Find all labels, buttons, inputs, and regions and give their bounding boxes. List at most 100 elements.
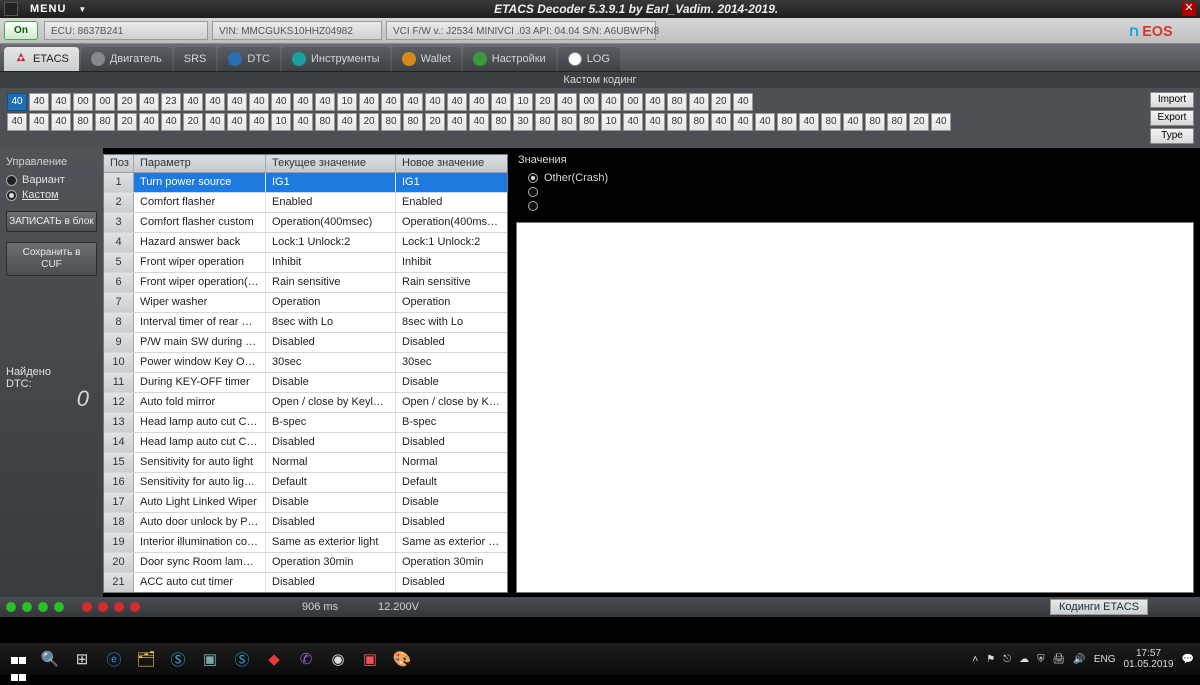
- tab-settings[interactable]: Настройки: [463, 47, 556, 71]
- value-option-2[interactable]: ACC: [528, 200, 1194, 212]
- table-row[interactable]: 15Sensitivity for auto lightNormalNormal: [104, 453, 507, 473]
- hex-cell[interactable]: 80: [73, 113, 93, 131]
- table-row[interactable]: 8Interval timer of rear wiper8sec with L…: [104, 313, 507, 333]
- hex-cell[interactable]: 40: [249, 93, 269, 111]
- taskview-icon[interactable]: ⊞: [70, 647, 94, 671]
- save-cuf-button[interactable]: Сохранить вCUF: [6, 242, 97, 276]
- write-block-button[interactable]: ЗАПИСАТЬ в блок: [6, 211, 97, 232]
- tray-icon[interactable]: ⚑: [986, 654, 995, 665]
- tab-etacs[interactable]: ETACS: [4, 47, 79, 71]
- hex-cell[interactable]: 80: [403, 113, 423, 131]
- hex-cell[interactable]: 80: [491, 113, 511, 131]
- hex-cell[interactable]: 40: [51, 113, 71, 131]
- viber-icon[interactable]: ✆: [294, 647, 318, 671]
- hex-cell[interactable]: 40: [733, 93, 753, 111]
- hex-cell[interactable]: 80: [95, 113, 115, 131]
- system-menu-icon[interactable]: [4, 2, 18, 16]
- close-button[interactable]: ✕: [1182, 2, 1196, 16]
- tray-up-icon[interactable]: ˄: [972, 654, 978, 665]
- import-button[interactable]: Import: [1150, 92, 1194, 108]
- export-button[interactable]: Export: [1150, 110, 1194, 126]
- menu-button[interactable]: MENU: [22, 3, 74, 15]
- hex-cell[interactable]: 40: [271, 93, 291, 111]
- hex-cell[interactable]: 30: [513, 113, 533, 131]
- hex-cell[interactable]: 80: [557, 113, 577, 131]
- hex-cell[interactable]: 00: [73, 93, 93, 111]
- table-row[interactable]: 11During KEY-OFF timerDisableDisable: [104, 373, 507, 393]
- hex-cell[interactable]: 40: [711, 113, 731, 131]
- table-body[interactable]: 1Turn power sourceIG1IG12Comfort flasher…: [104, 173, 507, 592]
- hex-cell[interactable]: 80: [689, 113, 709, 131]
- hex-cell[interactable]: 10: [337, 93, 357, 111]
- hex-cell[interactable]: 40: [359, 93, 379, 111]
- hex-cell[interactable]: 40: [227, 93, 247, 111]
- hex-cell[interactable]: 40: [227, 113, 247, 131]
- hex-cell[interactable]: 40: [447, 113, 467, 131]
- tray-icon[interactable]: 🔊: [1073, 654, 1085, 665]
- hex-cell[interactable]: 23: [161, 93, 181, 111]
- table-row[interactable]: 4Hazard answer backLock:1 Unlock:2Lock:1…: [104, 233, 507, 253]
- hex-cell[interactable]: 40: [381, 93, 401, 111]
- tray-icon[interactable]: ⛨: [1037, 654, 1045, 665]
- lang-indicator[interactable]: ENG: [1094, 654, 1116, 665]
- hex-cell[interactable]: 40: [139, 113, 159, 131]
- type-button[interactable]: Type: [1150, 128, 1194, 144]
- tab-dtc[interactable]: DTC: [218, 47, 280, 71]
- skype-icon[interactable]: Ⓢ: [166, 647, 190, 671]
- table-row[interactable]: 6Front wiper operation(RLS)Rain sensitiv…: [104, 273, 507, 293]
- hex-cell[interactable]: 20: [711, 93, 731, 111]
- hex-cell[interactable]: 80: [777, 113, 797, 131]
- hex-cell[interactable]: 20: [535, 93, 555, 111]
- hex-cell[interactable]: 40: [645, 93, 665, 111]
- skype2-icon[interactable]: Ⓢ: [230, 647, 254, 671]
- hex-cell[interactable]: 40: [469, 113, 489, 131]
- hex-cell[interactable]: 40: [601, 93, 621, 111]
- hex-cell[interactable]: 40: [689, 93, 709, 111]
- hex-cell[interactable]: 20: [909, 113, 929, 131]
- hex-cell[interactable]: 40: [205, 113, 225, 131]
- hex-cell[interactable]: 40: [29, 113, 49, 131]
- clock[interactable]: 17:57 01.05.2019: [1123, 648, 1173, 670]
- radio-custom[interactable]: Кастом: [6, 189, 97, 201]
- paint-icon[interactable]: 🎨: [390, 647, 414, 671]
- hex-cell[interactable]: 40: [491, 93, 511, 111]
- hex-cell[interactable]: 40: [29, 93, 49, 111]
- hex-cell[interactable]: 10: [601, 113, 621, 131]
- hex-cell[interactable]: 40: [469, 93, 489, 111]
- hex-row-1[interactable]: 4040400000204023404040404040401040404040…: [6, 92, 952, 112]
- hex-cell[interactable]: 40: [7, 93, 27, 111]
- hex-cell[interactable]: 20: [359, 113, 379, 131]
- hex-cell[interactable]: 40: [139, 93, 159, 111]
- table-row[interactable]: 1Turn power sourceIG1IG1: [104, 173, 507, 193]
- hex-cell[interactable]: 80: [535, 113, 555, 131]
- col-param[interactable]: Параметр: [134, 155, 266, 172]
- tray-icon[interactable]: 🖨: [1053, 654, 1066, 665]
- table-row[interactable]: 9P/W main SW during P/W lockoutDisabledD…: [104, 333, 507, 353]
- tab-wallet[interactable]: Wallet: [392, 47, 461, 71]
- hex-cell[interactable]: 40: [733, 113, 753, 131]
- hex-cell[interactable]: 40: [755, 113, 775, 131]
- tray-icon[interactable]: ☁: [1019, 654, 1029, 665]
- hex-cell[interactable]: 40: [645, 113, 665, 131]
- hex-cell[interactable]: 40: [205, 93, 225, 111]
- hex-cell[interactable]: 40: [799, 113, 819, 131]
- hex-cell[interactable]: 00: [623, 93, 643, 111]
- tray-icon[interactable]: ⎋: [1003, 654, 1011, 665]
- table-row[interactable]: 3Comfort flasher customOperation(400msec…: [104, 213, 507, 233]
- table-row[interactable]: 16Sensitivity for auto light(RLS)Default…: [104, 473, 507, 493]
- hex-cell[interactable]: 40: [843, 113, 863, 131]
- table-row[interactable]: 14Head lamp auto cut Custom forDisabledD…: [104, 433, 507, 453]
- hex-cell[interactable]: 20: [117, 113, 137, 131]
- hex-cell[interactable]: 40: [931, 113, 951, 131]
- table-row[interactable]: 2Comfort flasherEnabledEnabled: [104, 193, 507, 213]
- table-row[interactable]: 5Front wiper operationInhibitInhibit: [104, 253, 507, 273]
- hex-cell[interactable]: 40: [425, 93, 445, 111]
- status-tag[interactable]: Кодинги ETACS: [1050, 599, 1148, 615]
- hex-cell[interactable]: 40: [337, 113, 357, 131]
- value-option-1[interactable]: IG1: [528, 186, 1194, 198]
- hex-cell[interactable]: 20: [117, 93, 137, 111]
- menu-dropdown-icon[interactable]: ▼: [74, 5, 90, 14]
- hex-cell[interactable]: 00: [579, 93, 599, 111]
- notifications-icon[interactable]: 💬: [1182, 654, 1194, 665]
- table-row[interactable]: 7Wiper washerOperationOperation: [104, 293, 507, 313]
